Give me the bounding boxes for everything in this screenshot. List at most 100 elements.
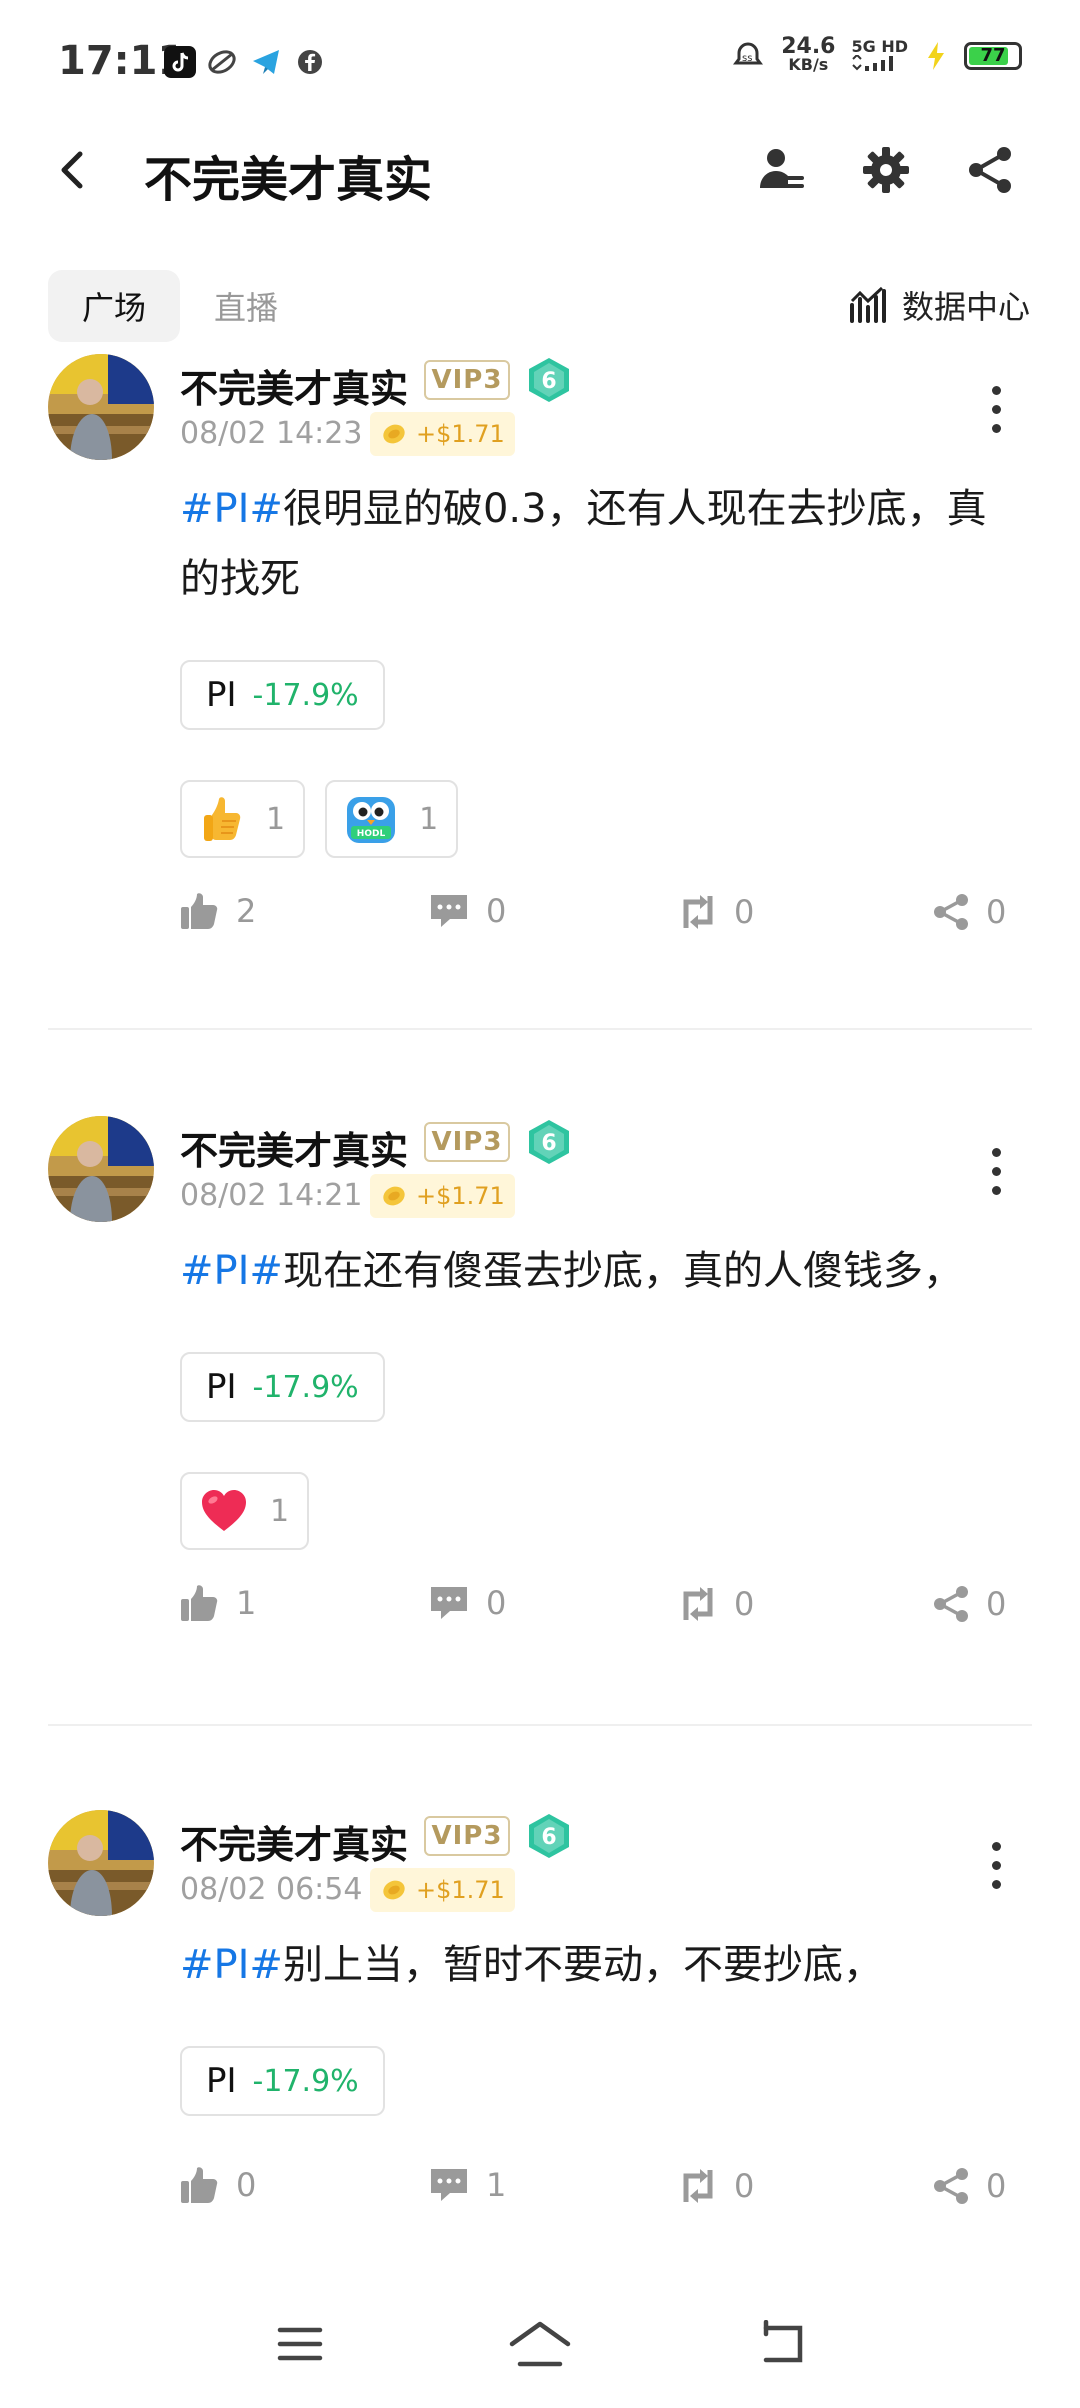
- username[interactable]: 不完美才真实: [180, 1814, 408, 1869]
- post-actions: 0 1 0 0: [180, 2166, 1030, 2216]
- net-speed-unit: KB/s: [788, 55, 829, 74]
- divider: [48, 1028, 1032, 1030]
- share-post-button[interactable]: 0: [932, 892, 1006, 932]
- reaction-count: 1: [419, 801, 439, 837]
- coin-chip[interactable]: PI -17.9%: [180, 660, 385, 730]
- alarm-icon: ss: [733, 42, 764, 65]
- avatar[interactable]: [48, 1810, 154, 1916]
- share-post-button[interactable]: 0: [932, 2166, 1006, 2206]
- signal-label: 5G HD: [851, 36, 908, 56]
- reaction-chip[interactable]: 1: [180, 780, 306, 858]
- post-text[interactable]: #PI#现在还有傻蛋去抄底，真的人傻钱多，: [180, 1236, 1020, 1306]
- more-options-icon[interactable]: [992, 386, 1004, 443]
- reaction-chip[interactable]: HODL 1: [325, 780, 459, 858]
- battery-level: 77: [980, 45, 1006, 66]
- repost-count: 0: [734, 893, 755, 931]
- tip-badge: +$1.71: [370, 1174, 515, 1218]
- post-body: 别上当，暂时不要动，不要抄底，: [282, 1942, 883, 1988]
- follow-user-icon[interactable]: [756, 144, 808, 196]
- post-timestamp: 08/02 14:23: [180, 416, 363, 451]
- thumbs-up-icon: [181, 893, 218, 929]
- thumbs-up-icon: [181, 1585, 218, 1621]
- tab-square[interactable]: 广场: [48, 270, 181, 342]
- vip-badge: VIP3: [424, 1122, 510, 1162]
- coin-tip-icon: [383, 424, 405, 444]
- network-speed: 24.6 KB/s: [781, 36, 835, 74]
- comment-count: 0: [486, 892, 507, 930]
- hashtag-link[interactable]: #PI#: [180, 1942, 283, 1988]
- post-body: 很明显的破0.3，还有人现在去抄底，真的找死: [180, 486, 987, 602]
- avatar[interactable]: [48, 1116, 154, 1222]
- menu-icon[interactable]: [276, 2320, 324, 2368]
- top-app-bar: 不完美才真实: [0, 120, 1080, 220]
- thumbs-up-emoji-icon: [204, 797, 241, 841]
- share-post-button[interactable]: 0: [932, 1584, 1006, 1624]
- coin-chip[interactable]: PI -17.9%: [180, 2046, 385, 2116]
- post-card: 不完美才真实 VIP3 6 08/02 06:54 +$1.71 #PI#别上当…: [0, 1810, 1080, 2230]
- post-body: 现在还有傻蛋去抄底，真的人傻钱多，: [282, 1248, 963, 1294]
- share-icon: [934, 1586, 968, 1622]
- post-actions: 1 0 0 0: [180, 1584, 1030, 1634]
- like-button[interactable]: 1: [180, 1584, 256, 1622]
- share-icon: [934, 894, 968, 930]
- signal-indicator: 5G HD: [851, 36, 908, 74]
- share-icon[interactable]: [964, 144, 1016, 196]
- post-text[interactable]: #PI#别上当，暂时不要动，不要抄底，: [180, 1930, 1020, 2000]
- facebook-icon: [294, 46, 326, 78]
- back-nav-icon[interactable]: [756, 2320, 808, 2368]
- chart-icon: [849, 286, 886, 323]
- tab-live[interactable]: 直播: [180, 270, 312, 342]
- hashtag-link[interactable]: #PI#: [180, 486, 283, 532]
- share-icon: [934, 2168, 968, 2204]
- svg-text:ss: ss: [742, 53, 752, 64]
- comment-button[interactable]: 0: [428, 1584, 506, 1622]
- home-icon[interactable]: [508, 2320, 572, 2368]
- heart-emoji-icon: [202, 1490, 246, 1531]
- comment-icon: [431, 1587, 467, 1619]
- data-center-link[interactable]: 数据中心: [848, 282, 1030, 328]
- coin-symbol: PI: [206, 675, 237, 715]
- repost-count: 0: [734, 2167, 755, 2205]
- repost-button[interactable]: 0: [678, 892, 754, 932]
- like-button[interactable]: 2: [180, 892, 256, 930]
- avatar[interactable]: [48, 354, 154, 460]
- like-button[interactable]: 0: [180, 2166, 256, 2204]
- hodl-owl-icon: HODL: [347, 797, 396, 843]
- level-badge: 6: [526, 1812, 572, 1864]
- telegram-icon: [250, 46, 282, 78]
- repost-button[interactable]: 0: [678, 2166, 754, 2206]
- app-icon: [206, 46, 238, 78]
- settings-icon[interactable]: [860, 144, 912, 196]
- svg-text:HODL: HODL: [357, 829, 386, 839]
- coin-symbol: PI: [206, 2061, 237, 2101]
- tip-amount: +$1.71: [416, 1182, 505, 1210]
- reaction-chip[interactable]: 1: [180, 1472, 310, 1550]
- coin-change: -17.9%: [252, 677, 359, 713]
- comment-count: 0: [486, 1584, 507, 1622]
- level-badge: 6: [526, 356, 572, 408]
- back-icon[interactable]: [52, 148, 92, 192]
- share-count: 0: [986, 2167, 1007, 2205]
- more-options-icon[interactable]: [992, 1148, 1004, 1205]
- vip-badge: VIP3: [424, 360, 510, 400]
- status-bar: 17:11 ss 24.6 KB/s 5G HD 77: [0, 0, 1080, 120]
- comment-icon: [431, 895, 467, 927]
- post-text[interactable]: #PI#很明显的破0.3，还有人现在去抄底，真的找死: [180, 474, 1020, 614]
- post-timestamp: 08/02 06:54: [180, 1872, 363, 1907]
- repost-icon: [683, 2169, 713, 2203]
- like-count: 1: [236, 1584, 257, 1622]
- post-card: 不完美才真实 VIP3 6 08/02 14:21 +$1.71 #PI#现在还…: [0, 1116, 1080, 1716]
- username[interactable]: 不完美才真实: [180, 358, 408, 413]
- comment-button[interactable]: 1: [428, 2166, 506, 2204]
- username[interactable]: 不完美才真实: [180, 1120, 408, 1175]
- hashtag-link[interactable]: #PI#: [180, 1248, 283, 1294]
- post-card: 不完美才真实 VIP3 6 08/02 14:23 +$1.71 #PI#很明显…: [0, 354, 1080, 1004]
- share-count: 0: [986, 1585, 1007, 1623]
- repost-button[interactable]: 0: [678, 1584, 754, 1624]
- coin-tip-icon: [383, 1186, 405, 1206]
- more-options-icon[interactable]: [992, 1842, 1004, 1899]
- svg-text:6: 6: [541, 1825, 556, 1850]
- comment-button[interactable]: 0: [428, 892, 506, 930]
- coin-chip[interactable]: PI -17.9%: [180, 1352, 385, 1422]
- reaction-count: 1: [266, 801, 286, 837]
